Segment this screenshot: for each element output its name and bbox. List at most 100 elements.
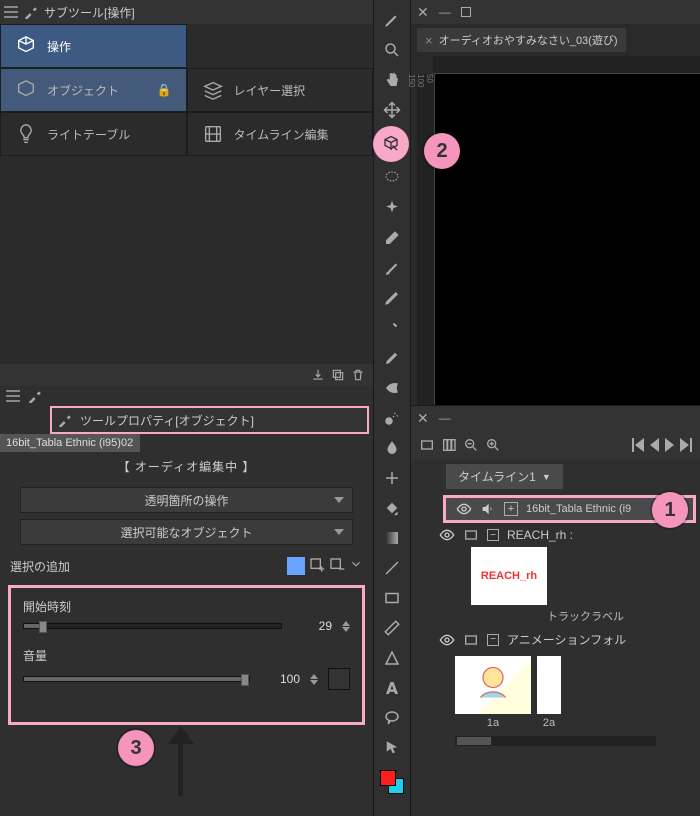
text-icon[interactable] — [377, 674, 407, 702]
gradient-icon[interactable] — [377, 524, 407, 552]
maximize-icon[interactable] — [461, 7, 471, 17]
folder-icon[interactable] — [463, 632, 479, 648]
ruler-vertical: 50 100 150 — [417, 74, 435, 405]
duplicate-icon[interactable] — [331, 368, 345, 382]
vertical-toolbar — [373, 0, 411, 816]
last-frame-button[interactable] — [680, 438, 692, 452]
close-icon[interactable]: ✕ — [417, 4, 429, 21]
editing-mode-title: 【 オーディオ編集中 】 — [0, 452, 373, 481]
zoom-out-icon[interactable] — [463, 437, 479, 453]
blend-icon[interactable] — [377, 434, 407, 462]
bulb-icon — [15, 123, 37, 145]
chevron-down-icon[interactable] — [349, 557, 363, 571]
folder-name: REACH_rh : — [507, 528, 573, 542]
download-icon[interactable] — [311, 368, 325, 382]
audio-params-box: 開始時刻 29 音量 100 — [8, 585, 365, 725]
eraser-icon[interactable] — [377, 224, 407, 252]
magnify-icon[interactable] — [377, 36, 407, 64]
volume-value[interactable]: 100 — [260, 672, 300, 686]
collapse-icon[interactable]: − — [487, 529, 499, 541]
triangle-icon[interactable] — [377, 644, 407, 672]
menu-icon[interactable] — [6, 389, 20, 403]
tab-label: レイヤー選択 — [234, 82, 306, 99]
first-frame-button[interactable] — [632, 438, 644, 452]
menu-icon[interactable] — [4, 5, 18, 19]
eye-icon[interactable] — [439, 632, 455, 648]
audio-filename: 16bit_Tabla Ethnic (i95)02 — [0, 434, 140, 452]
subtool-tab-timeline-edit[interactable]: タイムライン編集 — [187, 112, 374, 156]
ruler-icon[interactable] — [377, 614, 407, 642]
bucket-icon[interactable] — [377, 494, 407, 522]
tool-property-header: ツールプロパティ[オブジェクト] — [50, 406, 369, 434]
select-new-icon[interactable] — [287, 557, 305, 575]
annotation-arrow — [165, 726, 195, 796]
wrench-icon — [28, 389, 42, 403]
start-time-slider[interactable] — [23, 623, 282, 629]
eye-icon[interactable] — [456, 501, 472, 517]
color-swatch[interactable] — [380, 770, 404, 794]
columns-icon[interactable] — [441, 437, 457, 453]
subtool-tab-layer-select[interactable]: レイヤー選択 — [187, 68, 374, 112]
volume-swatch[interactable] — [328, 668, 350, 690]
transparent-operation-dropdown[interactable]: 透明箇所の操作 — [20, 487, 353, 513]
collapse-icon[interactable]: − — [487, 634, 499, 646]
speech-icon[interactable] — [377, 704, 407, 732]
selectable-object-dropdown[interactable]: 選択可能なオブジェクト — [20, 519, 353, 545]
hand-icon[interactable] — [377, 66, 407, 94]
selection-add-label: 選択の追加 — [10, 558, 70, 575]
start-time-stepper[interactable] — [342, 621, 350, 632]
eyedropper-icon[interactable] — [377, 314, 407, 342]
brush-icon[interactable] — [377, 254, 407, 282]
tab-label: タイムライン編集 — [234, 126, 329, 143]
timeline-scrollbar[interactable] — [455, 736, 656, 746]
bird-icon[interactable] — [377, 374, 407, 402]
subtool-tab-light-table[interactable]: ライトテーブル — [0, 112, 187, 156]
minimize-icon[interactable]: — — [439, 5, 451, 19]
ruler-horizontal — [433, 56, 700, 74]
canvas-tab-title: オーディオおやすみなさい_03(遊び) — [439, 32, 618, 48]
subtool-title: サブツール[操作] — [44, 4, 135, 21]
spray-icon[interactable] — [377, 404, 407, 432]
subtool-tab-object[interactable]: オブジェクト 🔒 — [0, 68, 187, 112]
pen-icon[interactable] — [377, 284, 407, 312]
minimize-icon[interactable]: — — [439, 411, 451, 425]
frame-thumbnail[interactable] — [537, 656, 561, 714]
eye-icon[interactable] — [439, 527, 455, 543]
canvas-tab[interactable]: × オーディオおやすみなさい_03(遊び) — [417, 28, 626, 52]
lasso-icon[interactable] — [377, 164, 407, 192]
line-icon[interactable] — [377, 554, 407, 582]
tool-property-title: ツールプロパティ[オブジェクト] — [80, 412, 254, 429]
folder-icon[interactable] — [463, 527, 479, 543]
pencil-icon[interactable] — [377, 6, 407, 34]
frame-label: 1a — [455, 714, 531, 732]
select-add-icon[interactable] — [309, 557, 325, 573]
marker-icon[interactable] — [377, 344, 407, 372]
layers-icon — [202, 79, 224, 101]
zoom-in-icon[interactable] — [485, 437, 501, 453]
volume-stepper[interactable] — [310, 674, 318, 685]
subtool-tab-operation[interactable]: 操作 — [0, 24, 187, 68]
select-subtract-icon[interactable] — [329, 557, 345, 573]
object-tool-icon[interactable] — [373, 126, 409, 162]
lock-icon: 🔒 — [157, 83, 172, 97]
close-icon[interactable]: ✕ — [417, 410, 429, 427]
play-button[interactable] — [665, 438, 674, 452]
move-icon[interactable] — [377, 96, 407, 124]
cross-icon[interactable] — [377, 464, 407, 492]
volume-slider[interactable] — [23, 676, 250, 682]
prev-frame-button[interactable] — [650, 438, 659, 452]
trash-icon[interactable] — [351, 368, 365, 382]
frame-thumbnail[interactable] — [455, 656, 531, 714]
rect-icon[interactable] — [377, 584, 407, 612]
cursor-icon[interactable] — [377, 734, 407, 762]
timeline-tab[interactable]: タイムライン1 ▼ — [446, 464, 563, 489]
expand-icon[interactable]: + — [504, 502, 518, 516]
frame-label: 2a — [537, 714, 561, 732]
speaker-icon[interactable] — [480, 501, 496, 517]
canvas[interactable] — [435, 74, 700, 405]
start-time-value[interactable]: 29 — [292, 619, 332, 633]
track-thumbnail[interactable]: REACH_rh — [471, 547, 547, 605]
close-tab-icon[interactable]: × — [425, 33, 433, 48]
timeline-view-icon[interactable] — [419, 437, 435, 453]
sparkle-icon[interactable] — [377, 194, 407, 222]
